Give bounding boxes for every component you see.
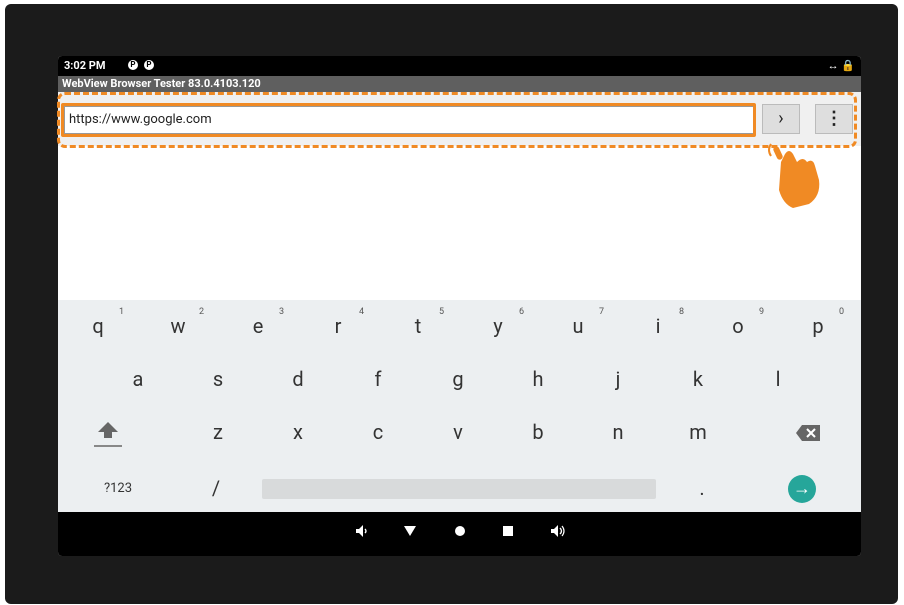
enter-arrow-icon: → <box>793 478 811 499</box>
key-l[interactable]: l <box>738 353 818 406</box>
back-icon[interactable] <box>400 524 420 544</box>
key-slash[interactable]: / <box>176 462 256 515</box>
symbols-key[interactable]: ?123 <box>78 462 158 515</box>
volume-down-icon[interactable] <box>352 524 372 544</box>
shift-key[interactable] <box>68 406 148 459</box>
status-right-icons: ↔ 🔒 <box>827 59 855 72</box>
enter-key[interactable]: → <box>788 475 816 503</box>
status-bar: 3:02 PM P P ↔ 🔒 <box>58 56 861 76</box>
key-g[interactable]: g <box>418 353 498 406</box>
key-c[interactable]: c <box>338 406 418 459</box>
backspace-key[interactable] <box>768 406 848 459</box>
overflow-menu-button[interactable]: ⋮ <box>815 104 853 134</box>
app-title: WebView Browser Tester 83.0.4103.120 <box>58 76 861 92</box>
key-t[interactable]: t5 <box>378 300 458 353</box>
soft-keyboard: q1 w2 e3 r4 t5 y6 u7 i8 o9 p0 a s d f g … <box>58 300 861 512</box>
key-h[interactable]: h <box>498 353 578 406</box>
key-o[interactable]: o9 <box>698 300 778 353</box>
key-v[interactable]: v <box>418 406 498 459</box>
key-y[interactable]: y6 <box>458 300 538 353</box>
key-x[interactable]: x <box>258 406 338 459</box>
key-z[interactable]: z <box>178 406 258 459</box>
key-b[interactable]: b <box>498 406 578 459</box>
key-r[interactable]: r4 <box>298 300 378 353</box>
url-toolbar: https://www.google.com › ⋮ <box>58 92 861 146</box>
key-n[interactable]: n <box>578 406 658 459</box>
recents-icon[interactable] <box>498 524 518 544</box>
device-screen: 3:02 PM P P ↔ 🔒 WebView Browser Tester 8… <box>58 56 861 556</box>
key-d[interactable]: d <box>258 353 338 406</box>
key-w[interactable]: w2 <box>138 300 218 353</box>
go-button[interactable]: › <box>762 104 800 134</box>
key-f[interactable]: f <box>338 353 418 406</box>
shift-icon <box>94 422 122 447</box>
notification-icon: P <box>144 60 154 70</box>
key-u[interactable]: u7 <box>538 300 618 353</box>
key-k[interactable]: k <box>658 353 738 406</box>
tap-hand-icon <box>768 143 820 208</box>
home-icon[interactable] <box>450 524 470 544</box>
key-m[interactable]: m <box>658 406 738 459</box>
key-period[interactable]: . <box>662 462 742 515</box>
volume-up-icon[interactable] <box>548 524 568 544</box>
status-time: 3:02 PM <box>64 59 106 72</box>
spacebar[interactable] <box>262 479 656 499</box>
key-p[interactable]: p0 <box>778 300 858 353</box>
system-nav-bar <box>58 512 861 556</box>
key-e[interactable]: e3 <box>218 300 298 353</box>
notification-icon: P <box>128 60 138 70</box>
url-input[interactable]: https://www.google.com <box>64 106 756 134</box>
key-j[interactable]: j <box>578 353 658 406</box>
key-a[interactable]: a <box>98 353 178 406</box>
key-i[interactable]: i8 <box>618 300 698 353</box>
key-q[interactable]: q1 <box>58 300 138 353</box>
backspace-icon <box>796 425 820 441</box>
key-s[interactable]: s <box>178 353 258 406</box>
